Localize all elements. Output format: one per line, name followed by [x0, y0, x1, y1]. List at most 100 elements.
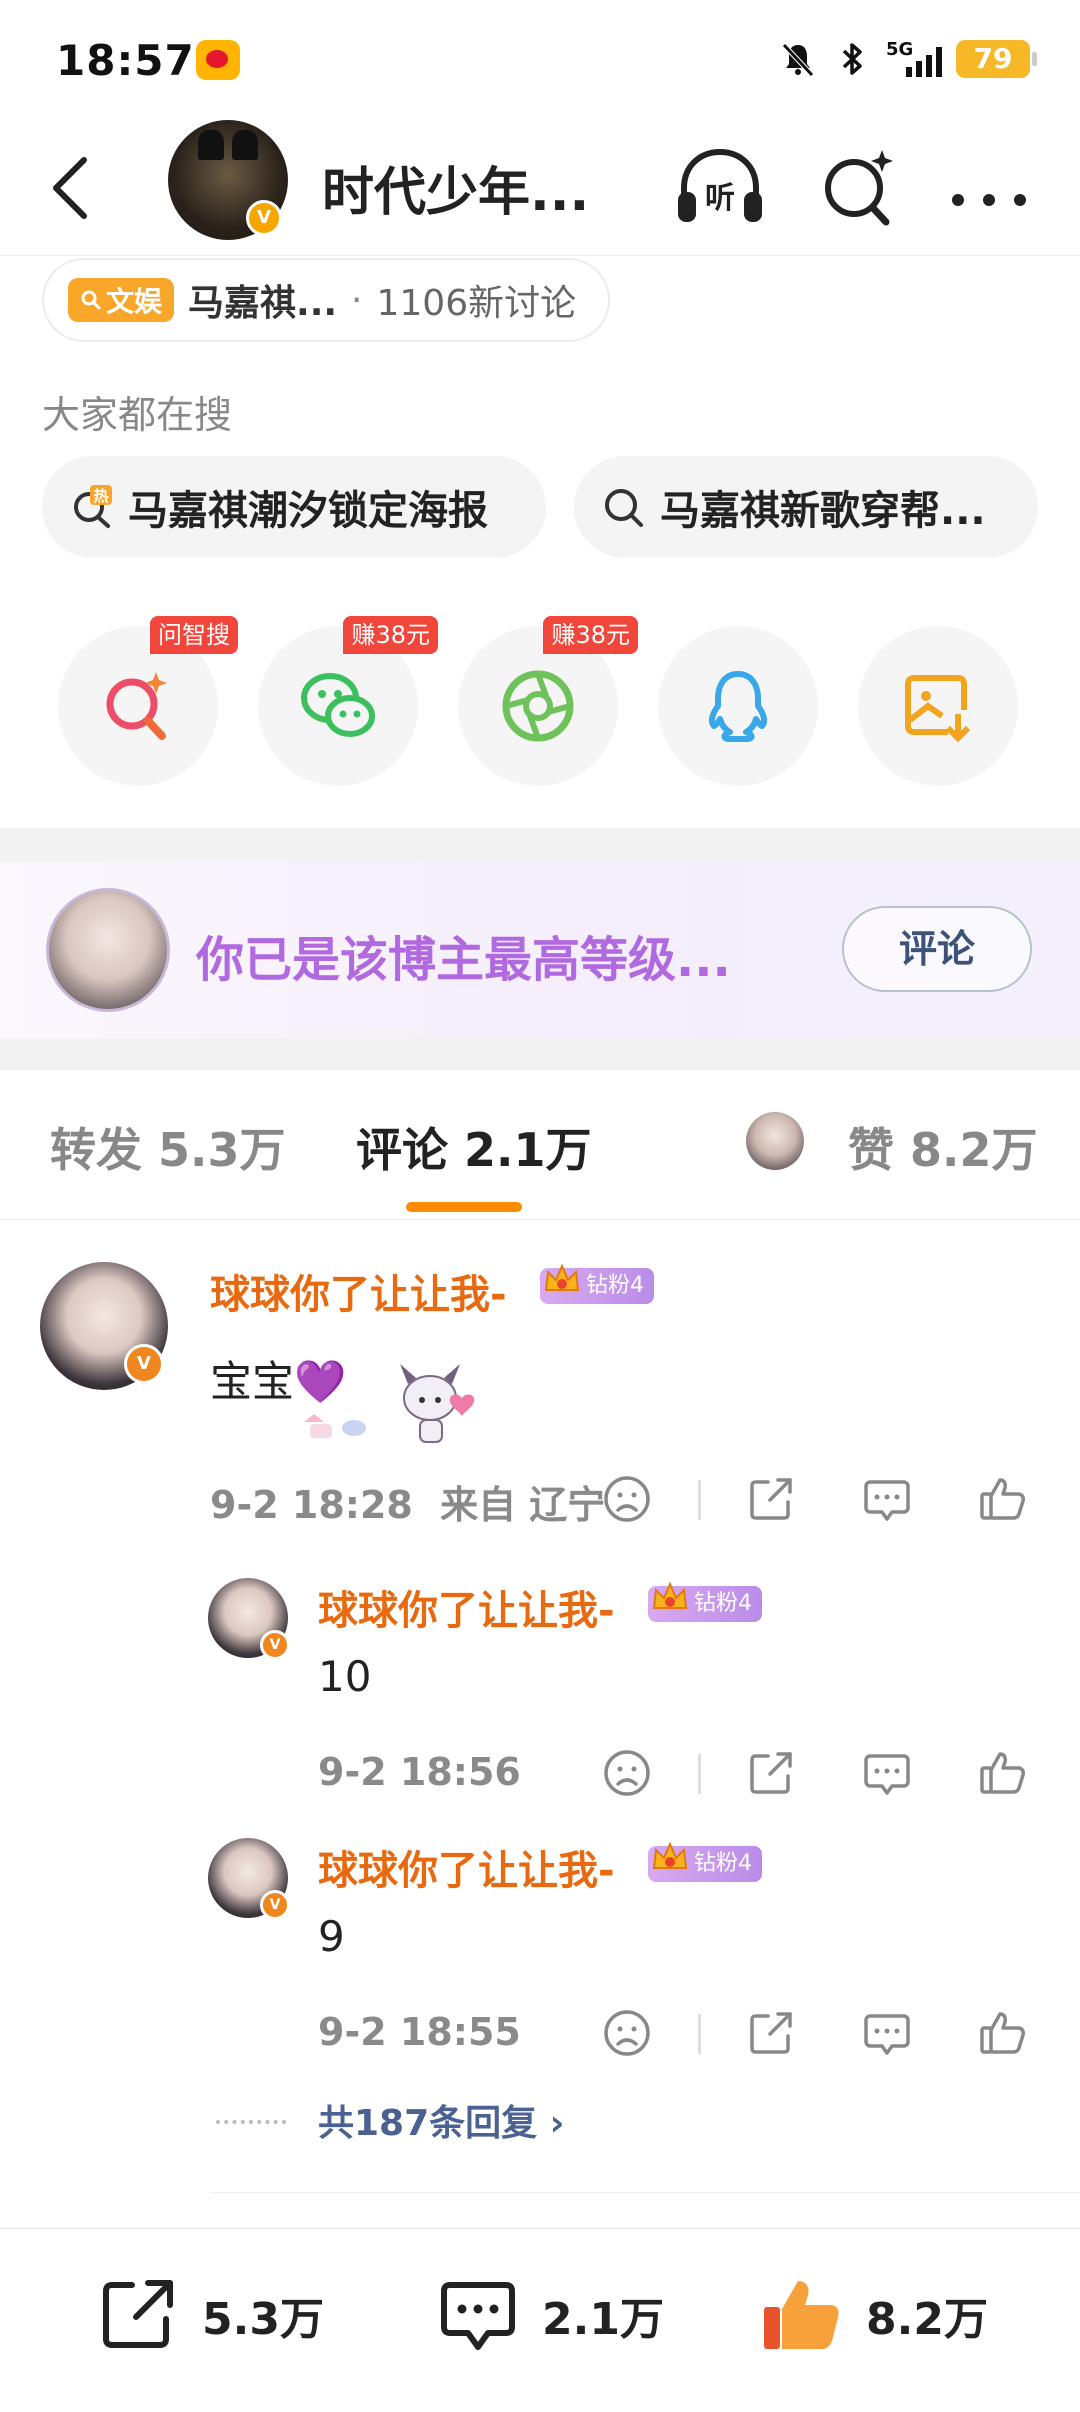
- fan-level-badge: 钻粉4: [540, 1263, 654, 1304]
- save-image-button[interactable]: [858, 626, 1018, 786]
- reply-comment-icon[interactable]: [862, 1474, 912, 1524]
- fan-level-badge: 钻粉4: [648, 1581, 762, 1622]
- top-nav: V 时代少年... 听: [0, 120, 1080, 256]
- hot-search-icon: 热: [70, 485, 114, 529]
- dislike-face-icon[interactable]: [602, 1474, 652, 1524]
- share-icon[interactable]: [746, 2008, 796, 2058]
- mute-bell-icon: [782, 43, 814, 77]
- verified-badge-icon: V: [260, 1890, 290, 1920]
- search-small-icon: [81, 290, 101, 310]
- search-icon[interactable]: [816, 142, 902, 232]
- hot-search-item[interactable]: 热 马嘉祺潮汐锁定海报: [42, 456, 546, 558]
- status-icons: 5G 79: [778, 36, 1037, 82]
- reply-comment-icon[interactable]: [862, 2008, 912, 2058]
- verified-badge-icon: V: [260, 1630, 290, 1660]
- reply-username[interactable]: 球球你了让让我-: [318, 1838, 615, 1896]
- topic-tag: 文娱: [68, 278, 175, 322]
- fan-level-label: 钻粉4: [586, 1273, 644, 1298]
- share-icon[interactable]: [746, 1474, 796, 1524]
- like-thumb-icon[interactable]: [978, 1474, 1028, 1524]
- share-badge: 问智搜: [150, 616, 238, 654]
- share-qq-button[interactable]: [658, 626, 818, 786]
- listen-headphones-icon[interactable]: 听: [672, 142, 768, 232]
- comment-time: 9-2 18:28: [210, 1483, 413, 1527]
- comment-text: 宝宝💜: [210, 1357, 347, 1406]
- bottom-action-bar: 5.3万 2.1万 8.2万: [0, 2228, 1080, 2412]
- kuromi-sticker-icon: [400, 1364, 475, 1443]
- like-bar-button[interactable]: 8.2万: [760, 2273, 988, 2357]
- blogger-avatar[interactable]: V: [168, 120, 288, 240]
- fan-level-label: 钻粉4: [694, 1591, 752, 1616]
- qq-icon: [708, 671, 768, 742]
- more-options-icon[interactable]: [944, 142, 1034, 232]
- active-tab-indicator: [406, 1202, 522, 1212]
- tab-repost[interactable]: 转发 5.3万: [50, 1114, 286, 1180]
- view-more-replies-link[interactable]: 共187条回复 ›: [318, 2094, 565, 2146]
- fan-level-label: 钻粉4: [694, 1851, 752, 1876]
- save-image-icon: [905, 675, 971, 743]
- comment-location: 来自 辽宁: [440, 1483, 606, 1527]
- topic-tag-label: 文娱: [106, 285, 163, 318]
- section-divider: [0, 828, 1080, 862]
- comment-username[interactable]: 球球你了让让我-: [210, 1262, 507, 1320]
- like-thumb-icon[interactable]: [978, 2008, 1028, 2058]
- action-divider: [698, 2014, 701, 2054]
- share-ai-search-button[interactable]: 问智搜: [58, 616, 238, 786]
- share-moments-button[interactable]: 赚38元: [458, 616, 638, 786]
- repost-button[interactable]: 5.3万: [96, 2273, 324, 2357]
- topic-name: 马嘉祺...: [188, 283, 338, 324]
- hot-search-label: 大家都在搜: [42, 393, 233, 437]
- hot-search-text: 马嘉祺潮汐锁定海报: [128, 488, 488, 534]
- comment-button[interactable]: 评论: [842, 906, 1032, 992]
- hot-search-item[interactable]: 马嘉祺新歌穿帮...: [574, 456, 1038, 558]
- signal-icon: 5G: [886, 39, 942, 79]
- reply-text: 10: [318, 1652, 372, 1701]
- interaction-tabs: 转发 5.3万 评论 2.1万 赞 8.2万: [0, 1070, 1080, 1220]
- repost-count: 5.3万: [202, 2294, 324, 2345]
- hot-badge: 热: [93, 487, 108, 505]
- reply-thread-dots: [216, 2120, 286, 2124]
- section-divider: [0, 1038, 1080, 1070]
- topic-discussion-count: 1106新讨论: [376, 283, 577, 324]
- status-time: 18:57: [56, 36, 195, 85]
- verified-badge-icon: V: [246, 200, 282, 236]
- repost-share-icon: [103, 2280, 173, 2348]
- comment-bubble-icon: [441, 2282, 515, 2350]
- search-icon: [602, 485, 646, 529]
- candy-sticker-icon: [304, 1414, 366, 1438]
- tab-like[interactable]: 赞 8.2万: [848, 1114, 1038, 1180]
- tab-comment[interactable]: 评论 2.1万: [356, 1114, 592, 1180]
- fan-level-banner: 你已是该博主最高等级... 评论: [0, 862, 1080, 1038]
- crown-icon: [652, 1581, 688, 1609]
- reply-comment-icon[interactable]: [862, 1748, 912, 1798]
- weibo-notification-icon: [196, 40, 240, 80]
- dislike-face-icon[interactable]: [602, 1748, 652, 1798]
- like-thumb-icon[interactable]: [978, 1748, 1028, 1798]
- share-icon[interactable]: [746, 1748, 796, 1798]
- reply-time: 9-2 18:55: [318, 2010, 521, 2054]
- hot-search-text: 马嘉祺新歌穿帮...: [660, 488, 986, 534]
- action-divider: [698, 1754, 701, 1794]
- liker-avatar: [746, 1112, 804, 1170]
- share-badge: 赚38元: [543, 616, 638, 654]
- share-badge: 赚38元: [343, 616, 438, 654]
- share-wechat-button[interactable]: 赚38元: [258, 616, 438, 786]
- battery-icon: 79: [956, 40, 1037, 78]
- reply-username[interactable]: 球球你了让让我-: [318, 1578, 615, 1636]
- wechat-icon: [301, 673, 375, 737]
- user-avatar: [46, 888, 170, 1012]
- comment-bar-button[interactable]: 2.1万: [436, 2273, 664, 2357]
- topic-separator: ·: [351, 279, 363, 321]
- status-bar: 18:57 5G 79: [0, 0, 1080, 120]
- page-title[interactable]: 时代少年...: [322, 150, 589, 225]
- back-arrow-icon[interactable]: [44, 150, 100, 226]
- fan-level-text: 你已是该博主最高等级...: [196, 932, 731, 988]
- like-count: 8.2万: [866, 2294, 988, 2345]
- comment-divider: [210, 2192, 1080, 2193]
- moments-icon: [502, 670, 574, 742]
- bluetooth-icon: [842, 43, 862, 75]
- crown-icon: [544, 1263, 580, 1291]
- verified-badge-icon: V: [124, 1344, 164, 1384]
- topic-chip[interactable]: 文娱 马嘉祺... · 1106新讨论: [42, 258, 611, 342]
- dislike-face-icon[interactable]: [602, 2008, 652, 2058]
